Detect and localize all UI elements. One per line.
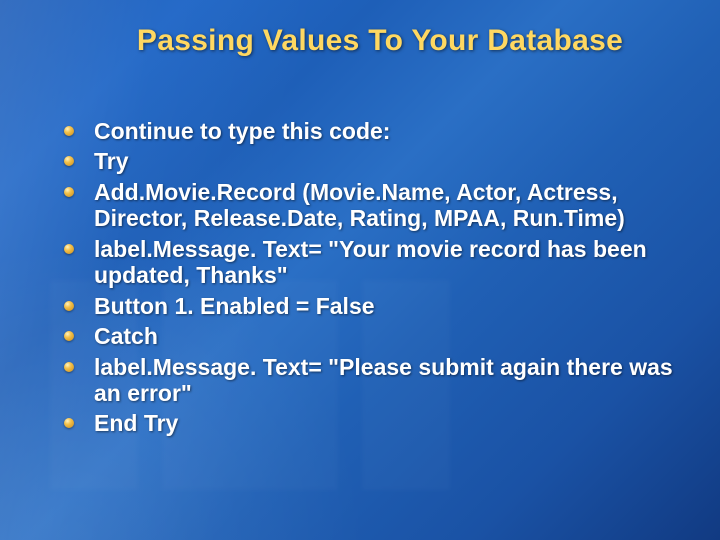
slide: Passing Values To Your Database Continue… [0, 0, 720, 540]
list-item: Add.Movie.Record (Movie.Name, Actor, Act… [58, 179, 680, 232]
list-item: Button 1. Enabled = False [58, 293, 680, 319]
slide-title: Passing Values To Your Database [80, 24, 680, 58]
bullet-list: Continue to type this code: Try Add.Movi… [58, 118, 680, 437]
list-item: Continue to type this code: [58, 118, 680, 144]
list-item: label.Message. Text= "Your movie record … [58, 236, 680, 289]
list-item: End Try [58, 410, 680, 436]
list-item: Try [58, 148, 680, 174]
list-item: Catch [58, 323, 680, 349]
list-item: label.Message. Text= "Please submit agai… [58, 354, 680, 407]
slide-content: Continue to type this code: Try Add.Movi… [40, 118, 680, 437]
